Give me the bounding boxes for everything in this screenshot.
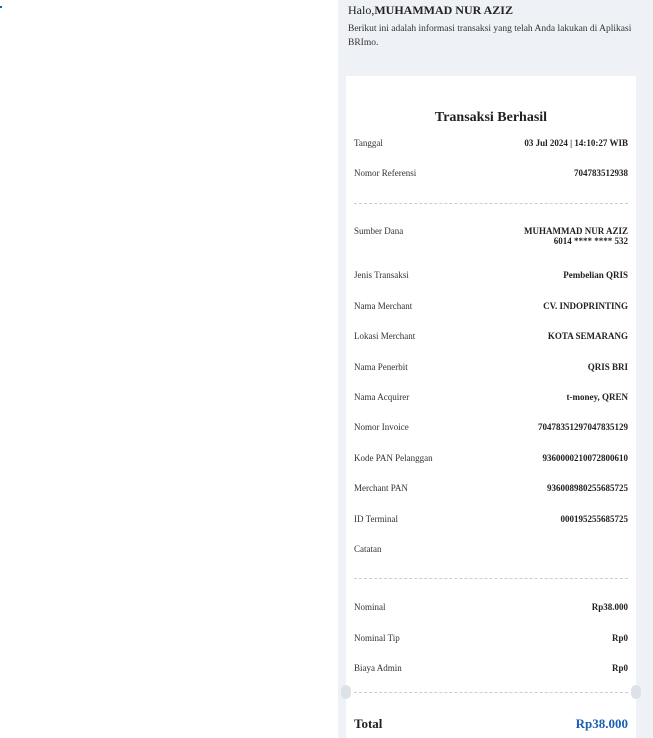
customer-name: MUHAMMAD NUR AZIZ [374, 3, 513, 17]
divider [354, 203, 628, 204]
row-label: Kode PAN Pelanggan [354, 453, 433, 463]
divider [354, 578, 628, 579]
row-value: CV. INDOPRINTING [543, 301, 628, 311]
row-value: 70478351297047835129 [538, 422, 628, 432]
row-label: Nomor Invoice [354, 422, 409, 432]
row-value: Rp0 [611, 633, 628, 643]
divider [354, 692, 628, 693]
row-label: Jenis Transaksi [354, 270, 409, 280]
row-label: Biaya Admin [354, 663, 402, 673]
row-label: Nominal [354, 602, 386, 612]
row-value: 000195255685725 [560, 514, 629, 524]
source-account: 6014 **** **** 532 [553, 236, 628, 246]
row-value: MUHAMMAD NUR AZIZ 6014 **** **** 532 [524, 226, 628, 246]
receipt-card: Transaksi Berhasil Tanggal 03 Jul 2024 |… [341, 73, 641, 738]
left-notch [341, 685, 351, 699]
row-label: Merchant PAN [354, 483, 408, 493]
row-value: QRIS BRI [587, 362, 628, 372]
row-value: Rp0 [611, 663, 628, 673]
row-label: Nominal Tip [354, 633, 400, 643]
row-value: Rp38.000 [591, 602, 628, 612]
intro-text: Berikut ini adalah informasi transaksi y… [348, 24, 632, 48]
row-label: Sumber Dana [354, 226, 404, 236]
corner-dot [0, 6, 2, 8]
row-value: KOTA SEMARANG [547, 331, 628, 341]
greeting: Halo,MUHAMMAD NUR AZIZ [348, 3, 513, 18]
row-label: ID Terminal [354, 514, 398, 524]
row-label: Catatan [354, 544, 382, 554]
row-label: Nama Acquirer [354, 392, 410, 402]
total-label: Total [354, 716, 383, 731]
receipt-title: Transaksi Berhasil [434, 110, 548, 125]
row-label: Lokasi Merchant [354, 331, 416, 341]
row-label: Nama Merchant [354, 301, 413, 311]
greeting-prefix: Halo, [348, 3, 375, 17]
total-value: Rp38.000 [575, 716, 628, 731]
row-value: 03 Jul 2024 | 14:10:27 WIB [524, 138, 628, 148]
row-value: 936008980255685725 [547, 483, 628, 493]
row-value: Pembelian QRIS [563, 270, 628, 280]
row-value: t-money, QREN [566, 392, 629, 402]
right-notch [631, 685, 641, 699]
row-value: 704783512938 [574, 168, 628, 178]
row-label: Tanggal [354, 138, 383, 148]
email-panel: Halo,MUHAMMAD NUR AZIZ Berikut ini adala… [338, 0, 653, 738]
row-label: Nama Penerbit [354, 362, 408, 372]
source-name: MUHAMMAD NUR AZIZ [524, 226, 628, 236]
row-value: 9360000210072800610 [542, 453, 629, 463]
row-label: Nomor Referensi [354, 168, 417, 178]
